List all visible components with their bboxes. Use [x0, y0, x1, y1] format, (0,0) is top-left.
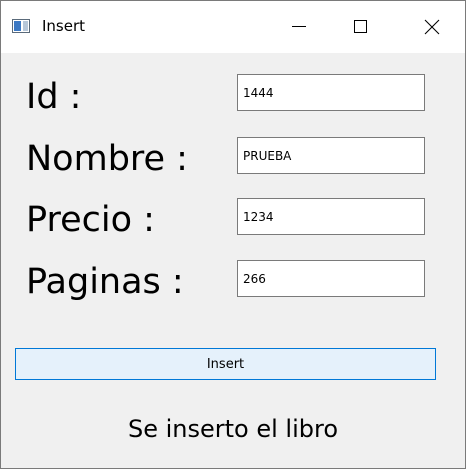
- paginas-label: Paginas :: [26, 262, 184, 302]
- app-window-icon: [12, 19, 30, 33]
- id-label: Id :: [26, 77, 82, 117]
- minimize-icon: [292, 26, 306, 27]
- maximize-button[interactable]: [338, 1, 384, 53]
- close-button[interactable]: [409, 1, 455, 53]
- window-title: Insert: [42, 17, 86, 35]
- status-message: Se inserto el libro: [127, 415, 339, 443]
- paginas-field[interactable]: [237, 260, 425, 297]
- insert-window: Insert Id : Nombre : Precio : Paginas : …: [0, 0, 466, 469]
- precio-label: Precio :: [26, 200, 155, 240]
- insert-button[interactable]: Insert: [15, 348, 436, 380]
- nombre-field[interactable]: [237, 137, 425, 174]
- minimize-button[interactable]: [276, 1, 322, 53]
- title-bar[interactable]: Insert: [1, 1, 465, 53]
- nombre-label: Nombre :: [26, 139, 188, 179]
- maximize-icon: [354, 20, 367, 33]
- precio-field[interactable]: [237, 198, 425, 235]
- id-field[interactable]: [237, 74, 425, 111]
- close-icon: [424, 19, 440, 35]
